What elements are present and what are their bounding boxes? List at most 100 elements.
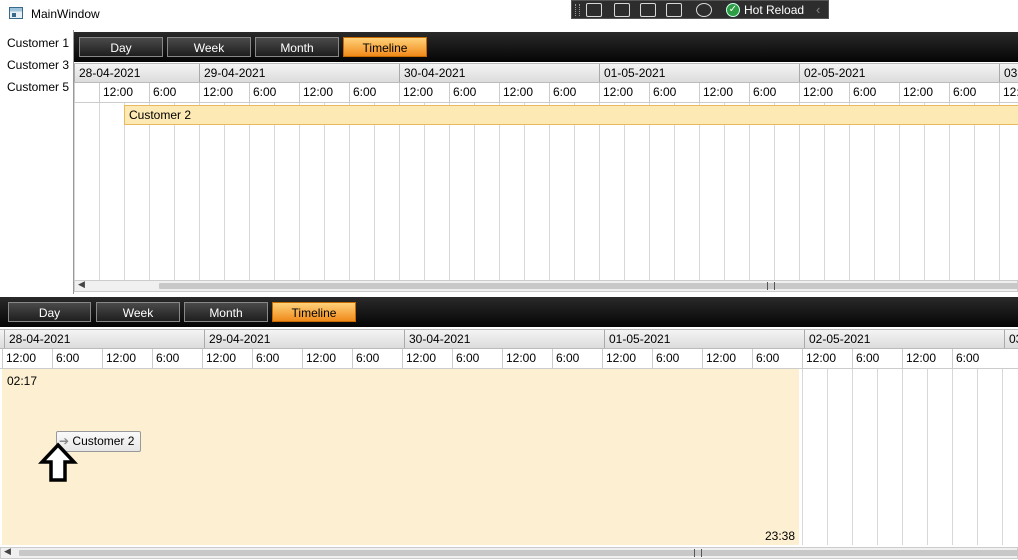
grid-line xyxy=(749,103,750,280)
bottom-view-toolbar: Day Week Month Timeline xyxy=(0,297,1018,327)
drag-selection-region[interactable] xyxy=(2,369,799,545)
bottom-month-button[interactable]: Month xyxy=(184,302,268,322)
date-header-cell: 01-05-2021 xyxy=(604,330,804,348)
title-bar: MainWindow xyxy=(0,0,1018,28)
grid-line xyxy=(399,103,400,280)
grid-line xyxy=(224,103,225,280)
grid-line xyxy=(799,103,800,280)
top-week-button[interactable]: Week xyxy=(167,37,251,57)
customer-list-item[interactable]: Customer 3 xyxy=(7,58,69,72)
grid-line xyxy=(827,369,828,545)
time-header-cell: 6:00 xyxy=(852,349,902,368)
collapse-chevron-icon[interactable]: ‹ xyxy=(816,2,820,17)
time-header-cell: 12:00 xyxy=(99,83,149,102)
time-header-cell: 12:00 xyxy=(302,349,352,368)
grid-line xyxy=(674,103,675,280)
time-header-cell: 6:00 xyxy=(752,349,802,368)
time-header-cell: 12:00 xyxy=(402,349,452,368)
grid-line xyxy=(802,369,803,545)
live-visual-tree-icon[interactable] xyxy=(586,3,602,17)
grid-line xyxy=(949,103,950,280)
bottom-timeline-button[interactable]: Timeline xyxy=(272,302,356,322)
bottom-day-button[interactable]: Day xyxy=(8,302,91,322)
bottom-horizontal-scrollbar[interactable]: ◀ xyxy=(0,546,1018,559)
top-day-button[interactable]: Day xyxy=(79,37,163,57)
scrollbar-thumb[interactable] xyxy=(19,550,1018,556)
date-header-cell: 28-04-2021 xyxy=(4,330,204,348)
scroll-left-arrow-icon[interactable]: ◀ xyxy=(4,546,11,557)
display-layout-adorners-icon[interactable] xyxy=(640,3,656,17)
time-header-cell: 6:00 xyxy=(249,83,299,102)
date-header-cell: 30-04-2021 xyxy=(404,330,604,348)
grid-line xyxy=(74,103,75,280)
time-header-cell: 6:00 xyxy=(252,349,302,368)
time-header-cell xyxy=(74,83,99,102)
customer-list-item[interactable]: Customer 5 xyxy=(7,80,69,94)
grid-line xyxy=(174,103,175,280)
app-window-icon xyxy=(9,7,23,19)
top-month-button[interactable]: Month xyxy=(255,37,339,57)
time-header-cell: 12:00 xyxy=(799,83,849,102)
time-header-cell: 12:00 xyxy=(102,349,152,368)
appointment-bar[interactable]: Customer 2 xyxy=(124,105,1018,125)
customer-list: Customer 1 Customer 3 Customer 5 xyxy=(0,30,74,294)
date-header-cell: 01-05-2021 xyxy=(599,64,799,82)
bottom-timeline-grid[interactable]: 02:17 23:38 ➔ Customer 2 xyxy=(0,369,1018,545)
hot-reload-icon[interactable]: ✓ xyxy=(726,3,740,17)
grid-line xyxy=(149,103,150,280)
time-header-cell: 12:00 xyxy=(902,349,952,368)
time-header-cell: 6:00 xyxy=(549,83,599,102)
grid-line xyxy=(902,369,903,545)
time-header-cell: 6:00 xyxy=(349,83,399,102)
window-title: MainWindow xyxy=(31,7,100,21)
grid-line xyxy=(474,103,475,280)
grid-line xyxy=(324,103,325,280)
scroll-left-arrow-icon[interactable]: ◀ xyxy=(78,279,85,290)
grid-line xyxy=(899,103,900,280)
top-timeline-grid[interactable]: Customer 2 xyxy=(74,103,1018,280)
toolbar-grip-icon[interactable] xyxy=(575,4,580,16)
grid-line xyxy=(874,103,875,280)
grid-line xyxy=(299,103,300,280)
date-header-cell: 02-05-2021 xyxy=(804,330,1004,348)
time-header-cell: 6:00 xyxy=(452,349,502,368)
date-header-cell: 30-04-2021 xyxy=(399,64,599,82)
hot-reload-label[interactable]: Hot Reload xyxy=(744,3,804,17)
time-header-cell: 6:00 xyxy=(449,83,499,102)
top-timeline-button[interactable]: Timeline xyxy=(343,37,427,57)
grid-line xyxy=(349,103,350,280)
grid-line xyxy=(624,103,625,280)
grid-line xyxy=(374,103,375,280)
grid-line xyxy=(524,103,525,280)
select-element-icon[interactable] xyxy=(614,3,630,17)
grid-line xyxy=(699,103,700,280)
time-header-cell: 6:00 xyxy=(52,349,102,368)
grid-line xyxy=(649,103,650,280)
bottom-week-button[interactable]: Week xyxy=(96,302,180,322)
binding-failures-icon[interactable] xyxy=(696,3,712,17)
top-horizontal-scrollbar[interactable]: ◀ xyxy=(74,279,1018,292)
time-header-cell: 12:00 xyxy=(802,349,852,368)
grid-line xyxy=(449,103,450,280)
time-header-cell: 12:00 xyxy=(202,349,252,368)
top-view-toolbar: Day Week Month Timeline xyxy=(74,32,1018,62)
time-header-cell: 6:00 xyxy=(152,349,202,368)
top-date-header: 28-04-2021 29-04-2021 30-04-2021 01-05-2… xyxy=(74,63,1018,83)
debug-toolbar: ✓ Hot Reload ‹ xyxy=(571,0,829,19)
time-header-cell: 12:00 xyxy=(602,349,652,368)
up-arrow-icon xyxy=(38,442,78,482)
time-header-cell: 12:00 xyxy=(702,349,752,368)
time-header-cell: 6:00 xyxy=(552,349,602,368)
drag-cue-label: Customer 2 xyxy=(72,434,135,448)
time-header-cell: 12:00 xyxy=(2,349,52,368)
grid-line xyxy=(199,103,200,280)
time-header-cell: 6:00 xyxy=(749,83,799,102)
time-header-cell: 12:00 xyxy=(399,83,449,102)
scrollbar-thumb[interactable] xyxy=(159,283,1018,289)
grid-line xyxy=(999,103,1000,280)
scrollbar-grip-icon xyxy=(694,549,702,557)
customer-list-item[interactable]: Customer 1 xyxy=(7,36,69,50)
track-focus-icon[interactable] xyxy=(666,3,682,17)
time-header-cell: 6:00 xyxy=(849,83,899,102)
time-header-cell: 12:00 xyxy=(699,83,749,102)
